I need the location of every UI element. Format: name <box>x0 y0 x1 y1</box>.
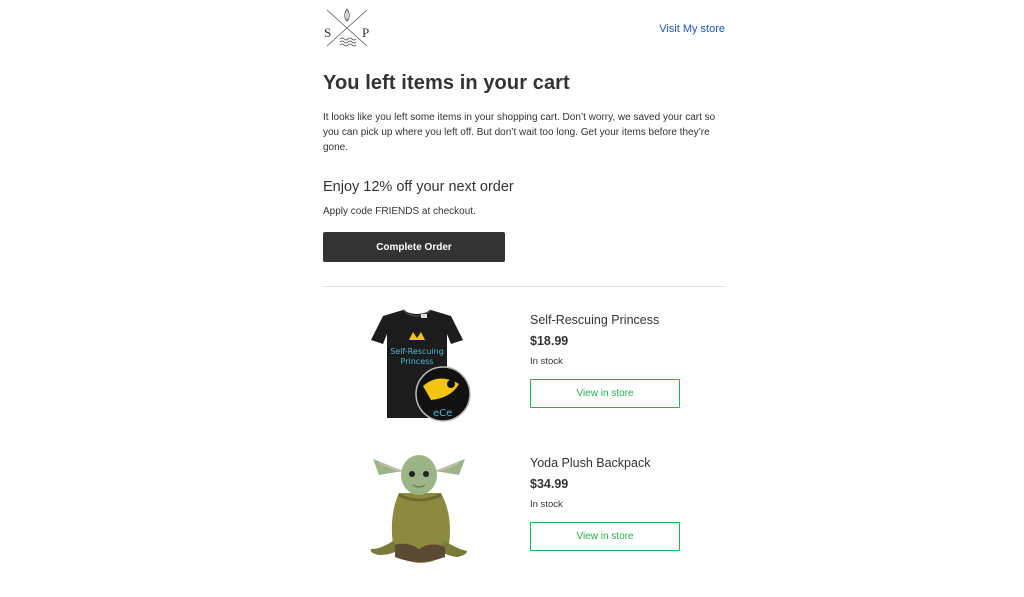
promo-heading: Enjoy 12% off your next order <box>323 179 514 195</box>
product-item: Self-Rescuing Princess eCe Self-Rescuing… <box>323 300 725 430</box>
page-title: You left items in your cart <box>323 72 570 94</box>
intro-paragraph: It looks like you left some items in you… <box>323 112 716 153</box>
svg-text:P: P <box>362 25 369 40</box>
visit-store-link[interactable]: Visit My store <box>659 23 725 35</box>
email-container: S P Visit My store You left items in you… <box>323 0 725 597</box>
store-logo[interactable]: S P <box>323 6 371 50</box>
product-name: Yoda Plush Backpack <box>530 456 651 470</box>
svg-text:S: S <box>324 25 331 40</box>
yoda-plush-backpack-image[interactable] <box>359 445 475 573</box>
stock-status: In stock <box>530 356 563 367</box>
product-price: $18.99 <box>530 334 569 348</box>
promo-code-text: Apply code FRIENDS at checkout. <box>323 206 476 217</box>
product-item: Yoda Plush Backpack $34.99 In stock View… <box>323 443 725 573</box>
section-divider <box>323 286 725 287</box>
svg-text:Self-Rescuing: Self-Rescuing <box>390 347 444 356</box>
complete-order-button[interactable]: Complete Order <box>323 232 505 262</box>
product-name: Self-Rescuing Princess <box>530 313 660 327</box>
black-tshirt-image[interactable]: Self-Rescuing Princess eCe <box>359 302 475 430</box>
view-in-store-button[interactable]: View in store <box>530 522 680 551</box>
sp-crossed-logo-icon: S P <box>324 8 369 47</box>
product-price: $34.99 <box>530 477 569 491</box>
svg-text:eCe: eCe <box>433 408 452 419</box>
svg-text:Princess: Princess <box>401 357 434 366</box>
view-in-store-button[interactable]: View in store <box>530 379 680 408</box>
stock-status: In stock <box>530 499 563 510</box>
